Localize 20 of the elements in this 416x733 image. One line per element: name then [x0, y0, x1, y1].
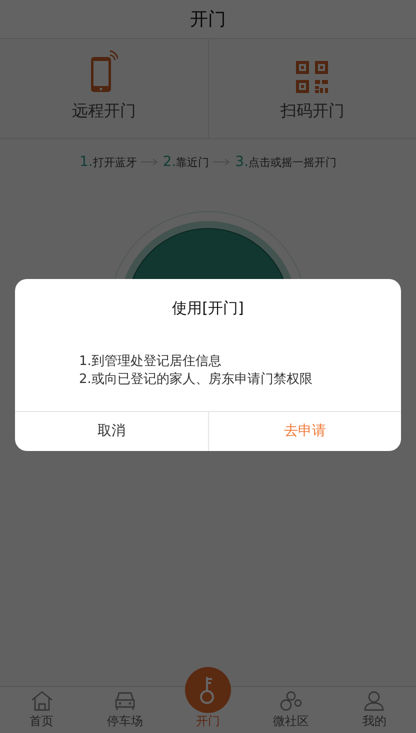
user-icon [363, 691, 386, 711]
phone-icon [90, 49, 118, 93]
tab[interactable]: 我的 [332, 687, 416, 733]
tab[interactable]: 微社区 [250, 687, 333, 733]
dialog-message: 1.到管理处登记居住信息 [79, 352, 222, 370]
tab[interactable]: 首页 [0, 687, 84, 733]
page-title: 开门 [190, 8, 226, 31]
step-text: 1.打开蓝牙 [79, 154, 137, 170]
qr-code-icon [296, 61, 328, 93]
bubbles-icon [280, 691, 302, 711]
dialog-message: 2.或向已登记的家人、房东申请门禁权限 [79, 370, 314, 388]
dialog-button[interactable]: 去申请 [208, 412, 401, 450]
step-text: 2.靠近门 [162, 154, 210, 170]
tab[interactable]: 停车场 [83, 687, 166, 733]
step-text: 3.点击或摇一摇开门 [235, 154, 337, 170]
home-icon [30, 691, 53, 711]
tab[interactable]: 开门 [166, 666, 250, 733]
dialog-button[interactable]: 取消 [15, 412, 208, 450]
car-icon [114, 691, 136, 711]
dialog-title: 使用[开门] [171, 298, 245, 318]
